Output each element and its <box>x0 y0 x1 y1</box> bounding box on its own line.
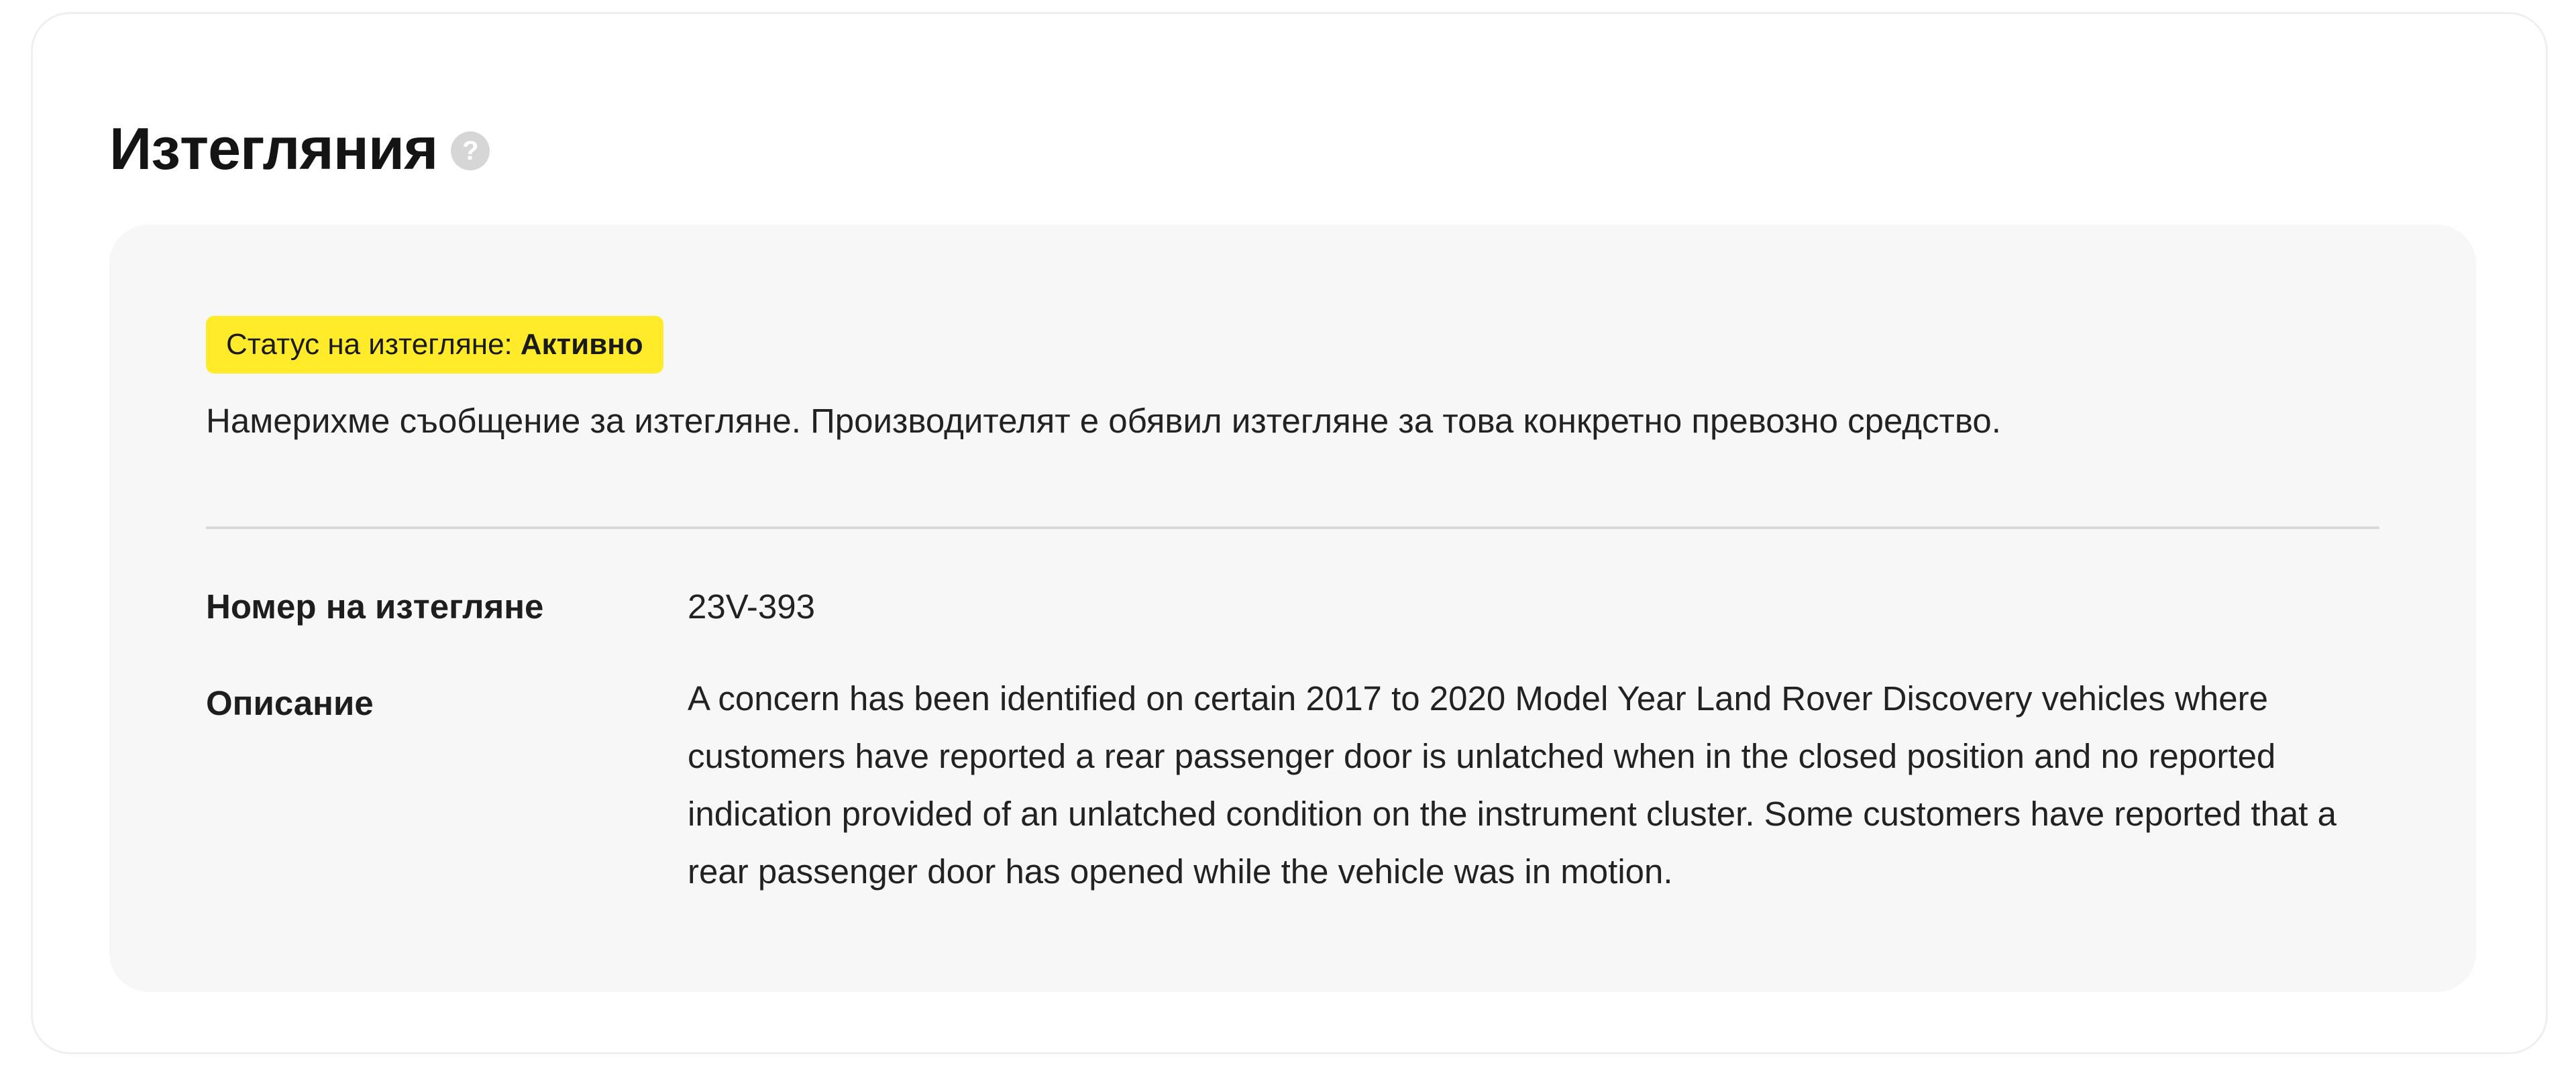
recall-panel: Статус на изтегляне: Активно Намерихме с… <box>109 225 2476 992</box>
description-value: A concern has been identified on certain… <box>688 679 2337 891</box>
status-value: Активно <box>520 328 643 361</box>
title-row: Изтегляния ? <box>109 99 490 199</box>
recall-number-value: 23V-393 <box>688 587 816 626</box>
divider <box>206 526 2379 529</box>
section-title: Изтегляния <box>109 115 438 182</box>
status-badge: Статус на изтегляне: Активно <box>206 316 663 374</box>
recalls-card: Изтегляния ? Статус на изтегляне: Активн… <box>31 12 2548 1054</box>
description-label: Описание <box>206 684 374 722</box>
help-icon[interactable]: ? <box>451 131 490 170</box>
recall-number-label: Номер на изтегляне <box>206 587 544 626</box>
status-label: Статус на изтегляне: <box>226 328 513 361</box>
recall-message: Намерихме съобщение за изтегляне. Произв… <box>206 402 2001 440</box>
